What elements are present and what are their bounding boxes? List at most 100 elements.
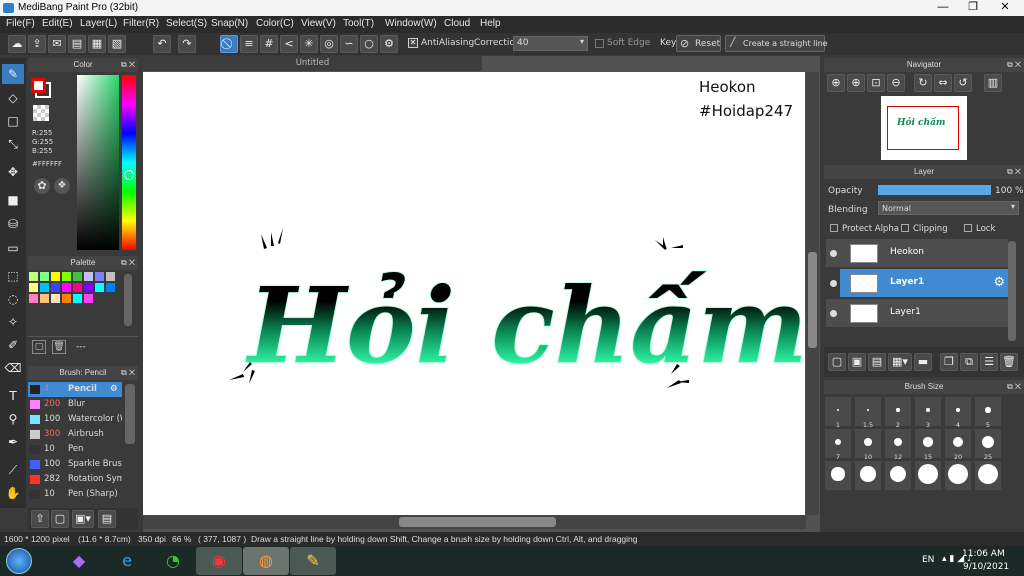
minimize-button[interactable]: — bbox=[928, 0, 958, 16]
palette-swatch[interactable] bbox=[106, 272, 115, 281]
visibility-eye-icon[interactable] bbox=[830, 250, 837, 257]
palette-swatch[interactable] bbox=[62, 294, 71, 303]
palette-swatch[interactable] bbox=[40, 272, 49, 281]
zoom-out-icon[interactable]: ⊖ bbox=[887, 74, 905, 92]
protect-alpha-checkbox[interactable] bbox=[830, 224, 838, 232]
hue-slider[interactable] bbox=[122, 75, 136, 250]
fill-rect-tool-icon[interactable]: ■ bbox=[2, 190, 24, 210]
trash-icon[interactable]: 🗑 bbox=[1000, 353, 1018, 371]
add-layer-menu-icon[interactable]: ▦▾ bbox=[888, 353, 912, 371]
eyedropper2-tool-icon[interactable]: ⟋ bbox=[2, 460, 24, 480]
gear-icon[interactable]: ⚙ bbox=[993, 275, 1005, 290]
folder-icon[interactable]: ▬ bbox=[914, 353, 932, 371]
internet-explorer-icon[interactable]: e bbox=[104, 547, 150, 575]
fit-icon[interactable]: ⊡ bbox=[867, 74, 885, 92]
text-tool-icon[interactable]: T bbox=[2, 386, 24, 406]
close-icon[interactable]: ⧉ ✕ bbox=[121, 256, 135, 270]
trash-icon[interactable]: 🗑 bbox=[52, 340, 66, 354]
layer-row[interactable]: Layer1 bbox=[826, 299, 1008, 328]
layer-row[interactable]: Layer1 ⚙ bbox=[830, 269, 1008, 298]
snap-settings-icon[interactable]: ⚙ bbox=[380, 35, 398, 53]
brush-item[interactable]: 282 Rotation Sym bbox=[28, 472, 122, 487]
zoom-in-icon[interactable]: ⊕ bbox=[827, 74, 845, 92]
straight-line-button[interactable]: ╱ Create a straight line bbox=[725, 35, 828, 52]
navigator-thumbnail[interactable]: Hỏi chấm bbox=[881, 96, 967, 160]
start-button[interactable] bbox=[6, 548, 32, 574]
close-icon[interactable]: ⧉ ✕ bbox=[121, 58, 135, 72]
palette-swatch[interactable] bbox=[73, 294, 82, 303]
close-icon[interactable]: ⧉ ✕ bbox=[1007, 380, 1021, 394]
clock-date[interactable]: 9/10/2021 bbox=[963, 562, 1009, 572]
document-tab[interactable]: Untitled bbox=[143, 56, 482, 71]
gradient-tool-icon[interactable]: ▭ bbox=[2, 238, 24, 258]
visibility-eye-icon[interactable] bbox=[830, 310, 837, 317]
layer-row[interactable]: Heokon bbox=[826, 239, 1008, 268]
brush-item[interactable]: 4 Pencil ⚙ bbox=[28, 382, 122, 397]
maximize-button[interactable]: ❐ bbox=[958, 0, 988, 16]
vertical-scroll-thumb[interactable] bbox=[808, 252, 817, 348]
lasso-tool-icon[interactable]: ◌ bbox=[2, 289, 24, 309]
duplicate-layer-icon[interactable]: ❐ bbox=[940, 353, 958, 371]
language-indicator[interactable]: EN bbox=[922, 555, 934, 565]
gear-icon[interactable]: ⚙ bbox=[110, 382, 118, 397]
line-tool-icon[interactable]: ⤡ bbox=[2, 134, 24, 154]
soft-edge-checkbox[interactable] bbox=[595, 39, 604, 48]
brush-settings-icon[interactable]: ▤ bbox=[98, 510, 116, 528]
layer-props-icon[interactable]: ☰ bbox=[980, 353, 998, 371]
palette-swatch[interactable] bbox=[73, 272, 82, 281]
brush-item[interactable]: 100 Sparkle Brush bbox=[28, 457, 122, 472]
flip-icon[interactable]: ⇔ bbox=[934, 74, 952, 92]
horizontal-scroll-thumb[interactable] bbox=[399, 517, 556, 527]
move-tool-icon[interactable]: ✥ bbox=[2, 162, 24, 182]
new-brush-icon[interactable]: ▢ bbox=[51, 510, 69, 528]
undo-icon[interactable]: ↶ bbox=[153, 35, 171, 53]
palette-swatch[interactable] bbox=[51, 283, 60, 292]
menu-help[interactable]: Help bbox=[480, 18, 501, 29]
brush-item[interactable]: 300 Airbrush bbox=[28, 427, 122, 442]
operation-tool-icon[interactable]: ⚲ bbox=[2, 409, 24, 429]
horizontal-scrollbar[interactable] bbox=[143, 515, 806, 529]
palette-swatch[interactable] bbox=[62, 272, 71, 281]
select-rect-tool-icon[interactable]: ⬚ bbox=[2, 266, 24, 286]
palette-scrollbar[interactable] bbox=[124, 274, 132, 326]
chrome-icon[interactable]: ◉ bbox=[196, 547, 242, 575]
shape-tool-icon[interactable]: □ bbox=[2, 111, 24, 131]
palette-swatch[interactable] bbox=[29, 272, 38, 281]
snap-parallel-icon[interactable]: ≡ bbox=[240, 35, 258, 53]
vertical-scrollbar[interactable] bbox=[806, 72, 819, 515]
magic-wand-icon[interactable]: ✧ bbox=[2, 312, 24, 332]
navigator-viewport[interactable] bbox=[887, 106, 959, 150]
color-mix-icon[interactable]: ❖ bbox=[54, 178, 70, 194]
palette-swatch[interactable] bbox=[84, 294, 93, 303]
zoom-out-small-icon[interactable]: ⊕ bbox=[847, 74, 865, 92]
menu-edit[interactable]: Edit(E) bbox=[42, 18, 73, 29]
settings-doc-icon[interactable]: ▧ bbox=[108, 35, 126, 53]
add-brush-icon[interactable]: ▣▾ bbox=[72, 510, 94, 528]
bucket-tool-icon[interactable]: ⛁ bbox=[2, 214, 24, 234]
palette-swatch[interactable] bbox=[40, 283, 49, 292]
color-saturation-field[interactable] bbox=[77, 75, 119, 250]
snap-ellipse-icon[interactable]: ○ bbox=[360, 35, 378, 53]
brush-item[interactable]: 10 Pen bbox=[28, 442, 122, 457]
new-palette-icon[interactable]: ▢ bbox=[32, 340, 46, 354]
palette-swatch[interactable] bbox=[95, 272, 104, 281]
eyedropper-tool-icon[interactable]: ✒ bbox=[2, 432, 24, 452]
reset-button[interactable]: ⊘ Reset bbox=[676, 35, 721, 52]
new-halftone-layer-icon[interactable]: ▣ bbox=[848, 353, 866, 371]
antialiasing-checkbox[interactable]: ✕ bbox=[408, 38, 418, 48]
clipping-checkbox[interactable] bbox=[901, 224, 909, 232]
menu-cloud[interactable]: Cloud bbox=[444, 18, 470, 29]
document-icon[interactable]: ▦ bbox=[88, 35, 106, 53]
menu-snap[interactable]: Snap(N) bbox=[211, 18, 248, 29]
menu-layer[interactable]: Layer(L) bbox=[80, 18, 117, 29]
brush-scrollbar[interactable] bbox=[125, 384, 135, 444]
close-button[interactable]: ✕ bbox=[990, 0, 1020, 16]
close-icon[interactable]: ⧉ ✕ bbox=[1007, 58, 1021, 72]
menu-tool[interactable]: Tool(T) bbox=[343, 18, 374, 29]
snap-curve-icon[interactable]: ∽ bbox=[340, 35, 358, 53]
brush-item[interactable]: 100 Watercolor (W bbox=[28, 412, 122, 427]
lock-checkbox[interactable] bbox=[964, 224, 972, 232]
comment-icon[interactable]: ✉ bbox=[48, 35, 66, 53]
snap-off-icon[interactable]: ⃠ bbox=[220, 35, 238, 53]
menu-window[interactable]: Window(W) bbox=[385, 18, 437, 29]
